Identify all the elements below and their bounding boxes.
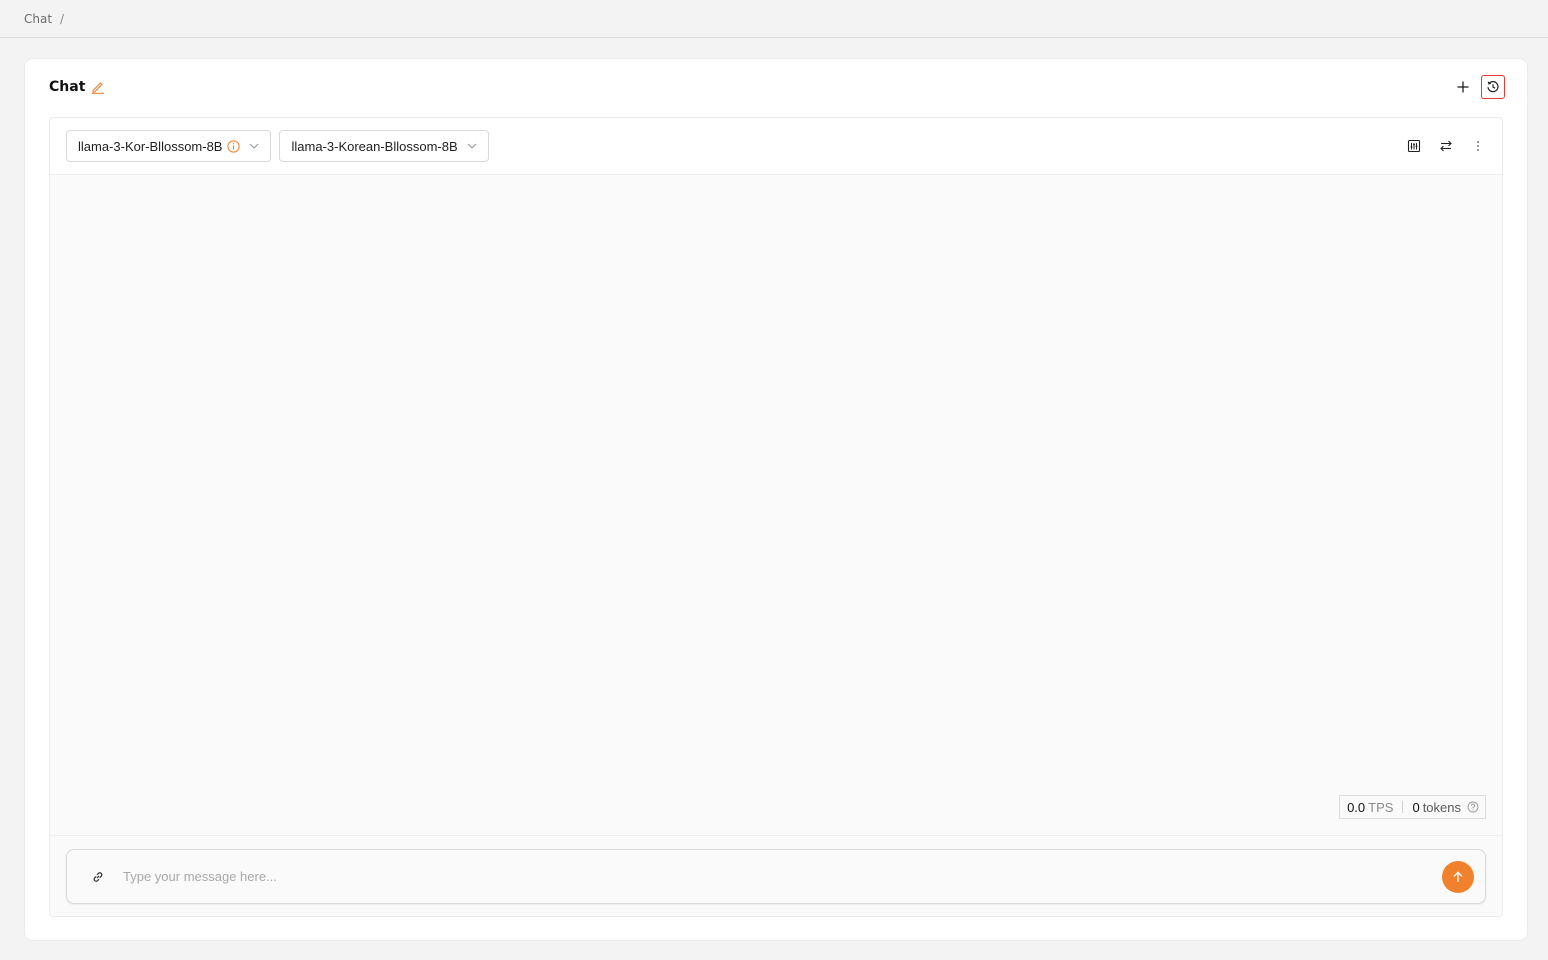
breadcrumb-separator: / — [60, 11, 65, 26]
swap-icon — [1440, 140, 1452, 152]
model-toolbar: llama-3-Kor-Bllossom-8B llama-3-Korean-B… — [50, 118, 1502, 175]
model-select-2[interactable]: llama-3-Korean-Bllossom-8B — [279, 130, 489, 162]
stats-divider — [1402, 801, 1404, 813]
tokens-value: 0 — [1412, 799, 1420, 815]
history-icon — [1487, 81, 1499, 93]
attach-button[interactable] — [89, 868, 107, 886]
arrow-up-icon — [1453, 870, 1463, 882]
more-vertical-icon — [1477, 141, 1479, 151]
history-button[interactable] — [1481, 75, 1505, 99]
model-select-1[interactable]: llama-3-Kor-Bllossom-8B — [66, 130, 272, 162]
header-actions — [1451, 75, 1505, 99]
composer-area — [50, 835, 1502, 916]
toolbar-actions — [1402, 134, 1490, 158]
sliders-icon — [1407, 139, 1421, 153]
edit-icon[interactable] — [91, 80, 105, 94]
composer-box — [66, 849, 1486, 904]
swap-button[interactable] — [1434, 134, 1458, 158]
plus-icon — [1457, 81, 1469, 93]
breadcrumb-item-chat[interactable]: Chat — [24, 12, 52, 26]
chat-panel: llama-3-Kor-Bllossom-8B llama-3-Korean-B… — [49, 117, 1503, 917]
help-icon[interactable] — [1467, 801, 1479, 813]
new-chat-button[interactable] — [1451, 75, 1475, 99]
breadcrumb: Chat / — [0, 0, 1548, 38]
card-header: Chat — [49, 75, 1505, 99]
tokens-unit: tokens — [1422, 799, 1461, 815]
page-title: Chat — [49, 79, 86, 95]
settings-button[interactable] — [1402, 134, 1426, 158]
chevron-down-icon — [248, 140, 260, 152]
token-stats: 0.0 TPS 0 tokens — [1339, 795, 1486, 819]
model-select-2-label: llama-3-Korean-Bllossom-8B — [291, 138, 458, 154]
chevron-down-icon — [466, 140, 478, 152]
more-button[interactable] — [1466, 134, 1490, 158]
tps-unit: TPS — [1368, 799, 1394, 815]
model-select-1-label: llama-3-Kor-Bllossom-8B — [78, 138, 223, 154]
message-input[interactable] — [123, 861, 1442, 892]
tps-value: 0.0 — [1347, 799, 1366, 815]
send-button[interactable] — [1442, 860, 1474, 893]
info-icon[interactable] — [227, 139, 241, 153]
chat-card: Chat llama-3-Kor-Bllossom-8B llama-3-Kor… — [25, 59, 1527, 940]
link-icon — [93, 871, 103, 882]
